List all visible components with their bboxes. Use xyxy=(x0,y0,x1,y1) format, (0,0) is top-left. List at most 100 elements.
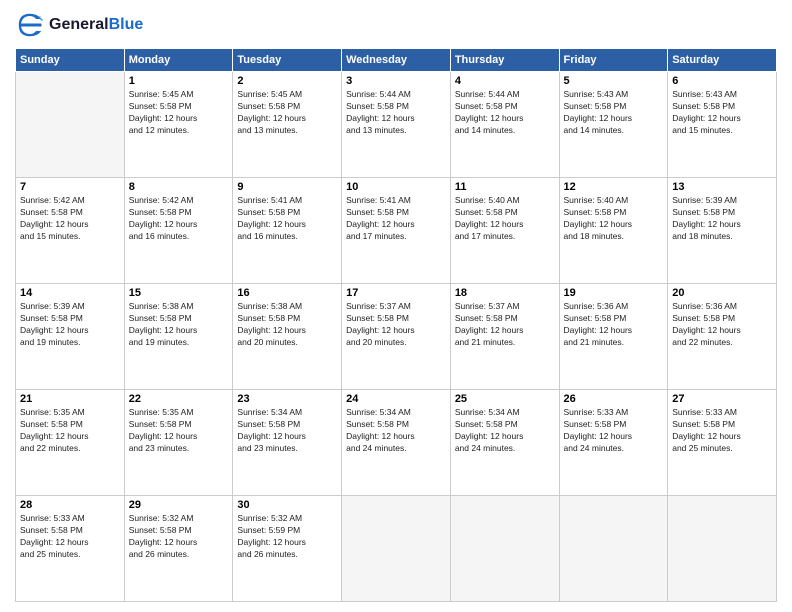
day-number: 15 xyxy=(129,287,229,299)
calendar-week-0: 1 Sunrise: 5:45 AMSunset: 5:58 PMDaylight… xyxy=(16,72,777,178)
day-number: 24 xyxy=(346,393,446,405)
calendar-col-monday: Monday xyxy=(124,49,233,72)
day-info: Sunrise: 5:34 AMSunset: 5:58 PMDaylight:… xyxy=(455,407,555,455)
day-info: Sunrise: 5:33 AMSunset: 5:58 PMDaylight:… xyxy=(672,407,772,455)
calendar-cell: 27 Sunrise: 5:33 AMSunset: 5:58 PMDayligh… xyxy=(668,390,777,496)
day-info: Sunrise: 5:35 AMSunset: 5:58 PMDaylight:… xyxy=(129,407,229,455)
day-info: Sunrise: 5:45 AMSunset: 5:58 PMDaylight:… xyxy=(129,89,229,137)
day-number: 6 xyxy=(672,75,772,87)
day-info: Sunrise: 5:43 AMSunset: 5:58 PMDaylight:… xyxy=(672,89,772,137)
calendar-cell: 30Sunrise: 5:32 AMSunset: 5:59 PMDayligh… xyxy=(233,496,342,602)
day-number: 19 xyxy=(564,287,664,299)
day-info: Sunrise: 5:39 AMSunset: 5:58 PMDaylight:… xyxy=(20,301,120,349)
day-number: 5 xyxy=(564,75,664,87)
day-number: 29 xyxy=(129,499,229,511)
day-info: Sunrise: 5:36 AMSunset: 5:58 PMDaylight:… xyxy=(564,301,664,349)
day-number: 14 xyxy=(20,287,120,299)
day-info: Sunrise: 5:33 AMSunset: 5:58 PMDaylight:… xyxy=(20,513,120,561)
day-number: 25 xyxy=(455,393,555,405)
calendar-cell: 21Sunrise: 5:35 AMSunset: 5:58 PMDayligh… xyxy=(16,390,125,496)
calendar-cell: 20 Sunrise: 5:36 AMSunset: 5:58 PMDayligh… xyxy=(668,284,777,390)
calendar-cell: 22 Sunrise: 5:35 AMSunset: 5:58 PMDayligh… xyxy=(124,390,233,496)
day-info: Sunrise: 5:37 AMSunset: 5:58 PMDaylight:… xyxy=(346,301,446,349)
page: GeneralBlue SundayMondayTuesdayWednesday… xyxy=(0,0,792,612)
day-info: Sunrise: 5:34 AMSunset: 5:58 PMDaylight:… xyxy=(346,407,446,455)
calendar-col-sunday: Sunday xyxy=(16,49,125,72)
day-number: 9 xyxy=(237,181,337,193)
calendar-cell xyxy=(668,496,777,602)
day-info: Sunrise: 5:36 AMSunset: 5:58 PMDaylight:… xyxy=(672,301,772,349)
calendar-cell: 6 Sunrise: 5:43 AMSunset: 5:58 PMDaylight… xyxy=(668,72,777,178)
day-number: 4 xyxy=(455,75,555,87)
calendar-col-saturday: Saturday xyxy=(668,49,777,72)
logo-icon xyxy=(15,10,45,40)
day-info: Sunrise: 5:40 AMSunset: 5:58 PMDaylight:… xyxy=(564,195,664,243)
calendar-cell: 24 Sunrise: 5:34 AMSunset: 5:58 PMDayligh… xyxy=(342,390,451,496)
calendar-week-4: 28 Sunrise: 5:33 AMSunset: 5:58 PMDayligh… xyxy=(16,496,777,602)
day-number: 13 xyxy=(672,181,772,193)
calendar-col-friday: Friday xyxy=(559,49,668,72)
day-number: 26 xyxy=(564,393,664,405)
calendar-cell: 15 Sunrise: 5:38 AMSunset: 5:58 PMDayligh… xyxy=(124,284,233,390)
calendar-week-2: 14 Sunrise: 5:39 AMSunset: 5:58 PMDayligh… xyxy=(16,284,777,390)
day-info: Sunrise: 5:38 AMSunset: 5:58 PMDaylight:… xyxy=(129,301,229,349)
calendar-cell: 7 Sunrise: 5:42 AMSunset: 5:58 PMDaylight… xyxy=(16,178,125,284)
calendar-cell xyxy=(16,72,125,178)
day-info: Sunrise: 5:41 AMSunset: 5:58 PMDaylight:… xyxy=(237,195,337,243)
day-number: 22 xyxy=(129,393,229,405)
calendar-header-row: SundayMondayTuesdayWednesdayThursdayFrid… xyxy=(16,49,777,72)
calendar-col-thursday: Thursday xyxy=(450,49,559,72)
calendar-cell: 3 Sunrise: 5:44 AMSunset: 5:58 PMDaylight… xyxy=(342,72,451,178)
calendar-col-wednesday: Wednesday xyxy=(342,49,451,72)
logo: GeneralBlue xyxy=(15,10,143,40)
calendar-cell: 28 Sunrise: 5:33 AMSunset: 5:58 PMDayligh… xyxy=(16,496,125,602)
day-info: Sunrise: 5:39 AMSunset: 5:58 PMDaylight:… xyxy=(672,195,772,243)
day-number: 12 xyxy=(564,181,664,193)
day-number: 27 xyxy=(672,393,772,405)
day-info: Sunrise: 5:37 AMSunset: 5:58 PMDaylight:… xyxy=(455,301,555,349)
day-number: 10 xyxy=(346,181,446,193)
day-info: Sunrise: 5:34 AMSunset: 5:58 PMDaylight:… xyxy=(237,407,337,455)
calendar-cell: 2Sunrise: 5:45 AMSunset: 5:58 PMDaylight… xyxy=(233,72,342,178)
day-number: 16 xyxy=(237,287,337,299)
calendar-week-3: 21 Sunrise: 5:35 AMSunset: 5:58 PMDayligh… xyxy=(16,390,777,496)
calendar-cell: 23Sunrise: 5:34 AMSunset: 5:58 PMDayligh… xyxy=(233,390,342,496)
calendar-cell: 25 Sunrise: 5:34 AMSunset: 5:58 PMDayligh… xyxy=(450,390,559,496)
day-number: 8 xyxy=(129,181,229,193)
day-info: Sunrise: 5:44 AMSunset: 5:58 PMDaylight:… xyxy=(346,89,446,137)
calendar-cell: 19 Sunrise: 5:36 AMSunset: 5:58 PMDayligh… xyxy=(559,284,668,390)
calendar-week-1: 7 Sunrise: 5:42 AMSunset: 5:58 PMDaylight… xyxy=(16,178,777,284)
day-info: Sunrise: 5:38 AMSunset: 5:58 PMDaylight:… xyxy=(237,301,337,349)
calendar-cell xyxy=(450,496,559,602)
day-number: 1 xyxy=(129,75,229,87)
day-number: 17 xyxy=(346,287,446,299)
day-number: 21 xyxy=(20,393,120,405)
day-info: Sunrise: 5:32 AMSunset: 5:58 PMDaylight:… xyxy=(129,513,229,561)
day-number: 2 xyxy=(237,75,337,87)
day-info: Sunrise: 5:43 AMSunset: 5:58 PMDaylight:… xyxy=(564,89,664,137)
day-info: Sunrise: 5:32 AMSunset: 5:59 PMDaylight:… xyxy=(237,513,337,561)
calendar-col-tuesday: Tuesday xyxy=(233,49,342,72)
calendar-cell: 4 Sunrise: 5:44 AMSunset: 5:58 PMDaylight… xyxy=(450,72,559,178)
calendar-cell: 11Sunrise: 5:40 AMSunset: 5:58 PMDayligh… xyxy=(450,178,559,284)
calendar-table: SundayMondayTuesdayWednesdayThursdayFrid… xyxy=(15,48,777,602)
logo-text: GeneralBlue xyxy=(49,16,143,34)
day-number: 7 xyxy=(20,181,120,193)
calendar-cell: 26 Sunrise: 5:33 AMSunset: 5:58 PMDayligh… xyxy=(559,390,668,496)
day-info: Sunrise: 5:42 AMSunset: 5:58 PMDaylight:… xyxy=(20,195,120,243)
calendar-cell: 16 Sunrise: 5:38 AMSunset: 5:58 PMDayligh… xyxy=(233,284,342,390)
calendar-cell: 12 Sunrise: 5:40 AMSunset: 5:58 PMDayligh… xyxy=(559,178,668,284)
calendar-cell: 8Sunrise: 5:42 AMSunset: 5:58 PMDaylight… xyxy=(124,178,233,284)
day-number: 28 xyxy=(20,499,120,511)
calendar-cell: 17 Sunrise: 5:37 AMSunset: 5:58 PMDayligh… xyxy=(342,284,451,390)
day-number: 3 xyxy=(346,75,446,87)
day-info: Sunrise: 5:44 AMSunset: 5:58 PMDaylight:… xyxy=(455,89,555,137)
day-number: 11 xyxy=(455,181,555,193)
day-info: Sunrise: 5:33 AMSunset: 5:58 PMDaylight:… xyxy=(564,407,664,455)
calendar-cell: 29 Sunrise: 5:32 AMSunset: 5:58 PMDayligh… xyxy=(124,496,233,602)
calendar-cell: 10Sunrise: 5:41 AMSunset: 5:58 PMDayligh… xyxy=(342,178,451,284)
calendar-cell: 14 Sunrise: 5:39 AMSunset: 5:58 PMDayligh… xyxy=(16,284,125,390)
day-number: 20 xyxy=(672,287,772,299)
calendar-cell: 9 Sunrise: 5:41 AMSunset: 5:58 PMDaylight… xyxy=(233,178,342,284)
calendar-cell: 5 Sunrise: 5:43 AMSunset: 5:58 PMDaylight… xyxy=(559,72,668,178)
